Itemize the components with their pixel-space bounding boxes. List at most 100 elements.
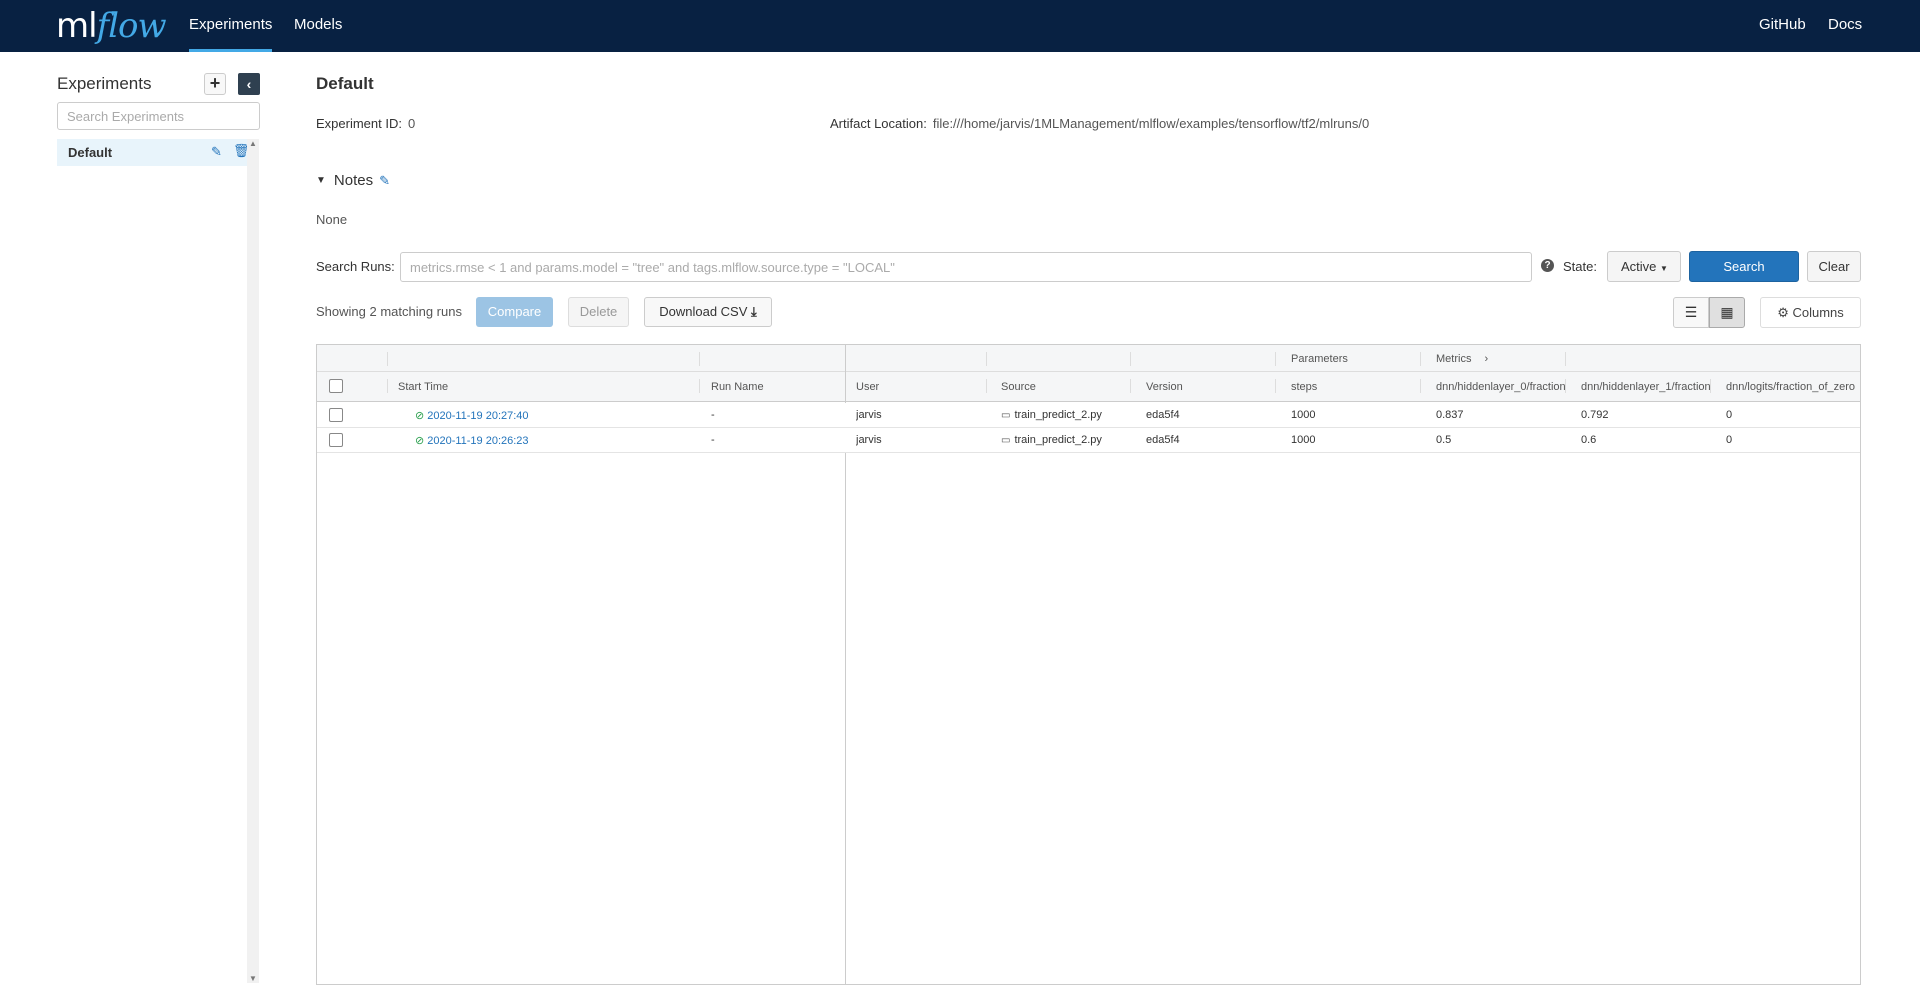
header-separator xyxy=(1420,352,1421,366)
row-checkbox[interactable] xyxy=(329,433,343,447)
experiment-list: Default ✎ 🗑 xyxy=(57,139,250,979)
run-source[interactable]: ▭ train_predict_2.py xyxy=(1001,434,1102,446)
state-dropdown[interactable]: Active ▼ xyxy=(1607,251,1681,282)
laptop-icon: ▭ xyxy=(1001,435,1011,446)
notes-value: None xyxy=(316,212,348,227)
run-version: eda5f4 xyxy=(1146,434,1180,446)
chevron-right-icon: › xyxy=(1484,353,1489,365)
nav-experiments[interactable]: Experiments xyxy=(189,0,272,52)
search-experiments-input[interactable] xyxy=(57,102,260,130)
top-navbar: ml flow Experiments Models GitHub Docs xyxy=(0,0,1920,52)
experiment-id: Experiment ID: 0 xyxy=(316,116,415,131)
clear-button[interactable]: Clear xyxy=(1807,251,1861,282)
artifact-location: Artifact Location: file:///home/jarvis/1M… xyxy=(830,116,1369,131)
check-circle-icon: ⊘ xyxy=(415,435,425,447)
nav-docs[interactable]: Docs xyxy=(1828,0,1862,52)
run-start-time: 2020-11-19 20:26:23 xyxy=(427,435,529,447)
logo-flow: flow xyxy=(96,6,167,46)
experiment-item-default[interactable]: Default ✎ 🗑 xyxy=(57,139,250,166)
metric-logits: 0 xyxy=(1726,434,1733,446)
caret-down-icon: ▼ xyxy=(316,175,326,186)
row-checkbox[interactable] xyxy=(329,408,343,422)
nav-models[interactable]: Models xyxy=(294,0,342,52)
scroll-up-icon[interactable]: ▲ xyxy=(249,139,257,148)
caret-down-icon: ▼ xyxy=(1660,264,1668,273)
edit-notes-icon[interactable]: ✎ xyxy=(379,173,390,189)
column-header-metric-hiddenlayer-1[interactable]: dnn/hiddenlayer_1/fraction xyxy=(1581,381,1715,393)
columns-label: Columns xyxy=(1792,305,1844,320)
columns-button[interactable]: ⚙ Columns xyxy=(1760,297,1861,328)
header-separator xyxy=(387,379,388,393)
run-start-time-link[interactable]: ⊘ 2020-11-19 20:27:40 xyxy=(415,409,529,422)
add-experiment-button[interactable]: + xyxy=(204,73,226,95)
column-header-metric-logits[interactable]: dnn/logits/fraction_of_zero xyxy=(1726,381,1860,393)
run-name: - xyxy=(711,409,715,421)
notes-label: Notes xyxy=(333,172,374,189)
state-value: Active xyxy=(1621,259,1657,274)
laptop-icon: ▭ xyxy=(1001,410,1011,421)
search-button[interactable]: Search xyxy=(1689,251,1799,282)
runs-table: Parameters Metrics › Start Time Run Name… xyxy=(316,344,1861,985)
header-separator xyxy=(1275,379,1276,393)
metric-hiddenlayer-0: 0.5 xyxy=(1436,434,1452,446)
select-all-checkbox[interactable] xyxy=(329,379,343,393)
nav-github[interactable]: GitHub xyxy=(1759,0,1806,52)
delete-button[interactable]: Delete xyxy=(568,297,629,327)
search-runs-input[interactable] xyxy=(400,252,1532,282)
download-csv-button[interactable]: Download CSV ⤓ xyxy=(644,297,772,327)
notes-toggle[interactable]: ▼ Notes ✎ xyxy=(316,172,390,189)
run-name: - xyxy=(711,434,715,446)
column-headers: Start Time Run Name User Source Version … xyxy=(317,372,1860,402)
sidebar-scrollbar[interactable]: ▲ ▼ xyxy=(247,139,259,983)
header-separator xyxy=(1275,352,1276,366)
state-label: State: xyxy=(1563,259,1597,274)
grid-icon: ▦ xyxy=(1720,304,1734,320)
scroll-down-icon[interactable]: ▼ xyxy=(249,974,257,983)
param-steps: 1000 xyxy=(1291,434,1316,446)
column-header-start-time[interactable]: Start Time xyxy=(398,381,448,393)
experiment-id-label: Experiment ID: xyxy=(316,116,402,131)
plus-icon: + xyxy=(209,73,221,93)
run-source[interactable]: ▭ train_predict_2.py xyxy=(1001,409,1102,421)
download-csv-label: Download CSV xyxy=(659,304,748,319)
header-separator xyxy=(986,352,987,366)
metrics-group-toggle[interactable]: Metrics › xyxy=(1436,353,1488,365)
parameters-group-label: Parameters xyxy=(1291,353,1348,365)
column-header-source[interactable]: Source xyxy=(1001,381,1036,393)
header-separator xyxy=(986,379,987,393)
column-header-version[interactable]: Version xyxy=(1146,381,1183,393)
list-view-button[interactable]: ☰ xyxy=(1673,297,1709,328)
list-icon: ☰ xyxy=(1684,304,1698,320)
run-start-time: 2020-11-19 20:27:40 xyxy=(427,410,529,422)
edit-icon[interactable]: ✎ xyxy=(211,144,222,160)
column-header-metric-hiddenlayer-0[interactable]: dnn/hiddenlayer_0/fraction xyxy=(1436,381,1570,393)
compare-button[interactable]: Compare xyxy=(476,297,553,327)
run-user: jarvis xyxy=(856,434,882,446)
logo-ml: ml xyxy=(56,6,98,46)
table-row[interactable]: ⊘ 2020-11-19 20:26:23 - jarvis ▭ train_pre… xyxy=(317,428,1860,453)
artifact-location-value: file:///home/jarvis/1MLManagement/mlflow… xyxy=(932,116,1370,131)
metric-logits: 0 xyxy=(1726,409,1733,421)
metric-hiddenlayer-1: 0.792 xyxy=(1581,409,1609,421)
column-header-steps[interactable]: steps xyxy=(1291,381,1317,393)
run-source-label: train_predict_2.py xyxy=(1014,409,1102,421)
search-runs-label: Search Runs: xyxy=(316,259,395,274)
run-start-time-link[interactable]: ⊘ 2020-11-19 20:26:23 xyxy=(415,434,529,447)
check-circle-icon: ⊘ xyxy=(415,410,425,422)
table-row[interactable]: ⊘ 2020-11-19 20:27:40 - jarvis ▭ train_pre… xyxy=(317,403,1860,428)
download-icon: ⤓ xyxy=(751,304,757,319)
mlflow-logo[interactable]: ml flow xyxy=(56,6,167,46)
grid-view-button[interactable]: ▦ xyxy=(1709,297,1745,328)
gear-icon: ⚙ xyxy=(1777,305,1789,320)
artifact-location-label: Artifact Location: xyxy=(830,116,927,131)
column-group-header: Parameters Metrics › xyxy=(317,345,1860,372)
column-header-user[interactable]: User xyxy=(856,381,879,393)
column-header-run-name[interactable]: Run Name xyxy=(711,381,764,393)
collapse-sidebar-button[interactable]: ‹ xyxy=(238,73,260,95)
help-icon[interactable]: ? xyxy=(1541,259,1554,272)
run-user: jarvis xyxy=(856,409,882,421)
param-steps: 1000 xyxy=(1291,409,1316,421)
header-separator xyxy=(699,352,700,366)
header-separator xyxy=(387,352,388,366)
header-separator xyxy=(1130,379,1131,393)
